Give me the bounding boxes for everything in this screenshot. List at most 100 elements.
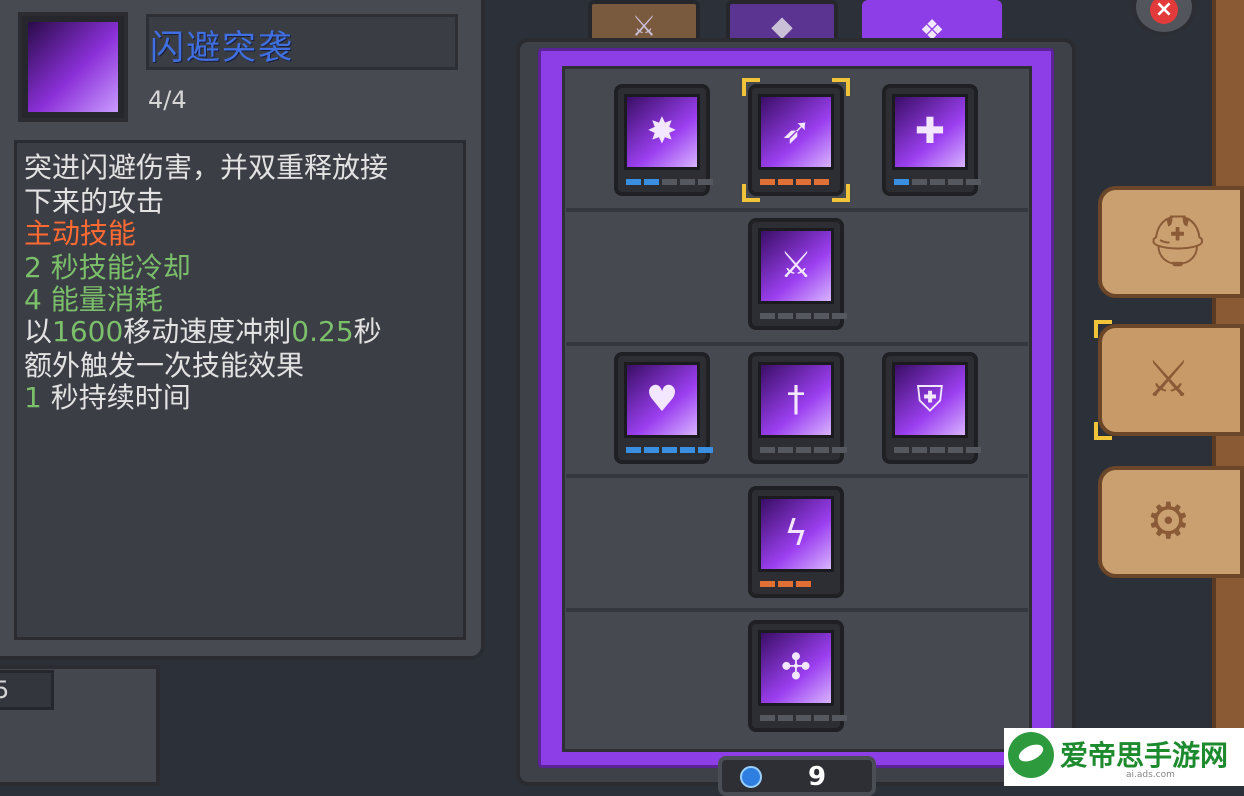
active-skill-tag: 主动技能 bbox=[24, 217, 137, 250]
level-pip bbox=[778, 447, 793, 453]
selection-corner bbox=[832, 78, 850, 96]
helmet-icon: ⛑ bbox=[1146, 212, 1210, 270]
row-divider bbox=[566, 208, 1028, 212]
level-pip bbox=[948, 179, 963, 185]
level-pip bbox=[698, 447, 713, 453]
dash-icon: ➶ bbox=[780, 111, 812, 152]
helmet-button[interactable]: ⛑ bbox=[1098, 186, 1244, 298]
skill-node-twin-blades[interactable]: ⚔ bbox=[748, 218, 847, 330]
duration-label: 秒持续时间 bbox=[50, 381, 191, 414]
level-pip bbox=[912, 179, 927, 185]
close-button[interactable]: × bbox=[1132, 0, 1196, 36]
level-pip bbox=[778, 179, 793, 185]
skill-level: 4/4 bbox=[148, 86, 187, 114]
level-pip bbox=[814, 715, 829, 721]
level-pip bbox=[760, 313, 775, 319]
lightning-icon: ϟ bbox=[784, 513, 808, 554]
heal-plus-icon: ✚ bbox=[914, 111, 946, 152]
dash-post: 秒 bbox=[353, 315, 382, 348]
level-pip bbox=[832, 715, 847, 721]
level-pip bbox=[912, 447, 927, 453]
level-pip bbox=[662, 179, 677, 185]
settings-button[interactable]: ⚙ bbox=[1098, 466, 1244, 578]
level-pip bbox=[796, 715, 811, 721]
skill-node-multi-blade[interactable]: ✣ bbox=[748, 620, 847, 732]
multi-blade-icon: ✣ bbox=[780, 647, 812, 688]
level-pip bbox=[814, 179, 829, 185]
level-pip bbox=[778, 715, 793, 721]
level-pip bbox=[760, 447, 775, 453]
sword-pillar-icon: † bbox=[787, 379, 805, 420]
description-line: 下来的攻击 bbox=[24, 185, 165, 218]
level-pip bbox=[948, 447, 963, 453]
level-pip bbox=[662, 447, 677, 453]
pet-icon: ♥ bbox=[645, 379, 679, 420]
level-pip bbox=[680, 179, 695, 185]
level-pip bbox=[778, 581, 793, 587]
level-pip bbox=[796, 581, 811, 587]
duration-value: 1 bbox=[24, 381, 42, 414]
close-icon: × bbox=[1150, 0, 1178, 24]
level-pip bbox=[966, 447, 981, 453]
duration-line: 1 秒持续时间 bbox=[24, 382, 191, 414]
level-pip bbox=[626, 179, 641, 185]
selection-corner bbox=[832, 184, 850, 202]
level-pip bbox=[698, 179, 713, 185]
level-pip bbox=[966, 179, 981, 185]
gem-icon bbox=[740, 766, 762, 788]
watermark: 爱帝思手游网 ai.ads.com bbox=[1004, 728, 1244, 786]
level-pip bbox=[894, 179, 909, 185]
skill-node-sword-aura[interactable]: † bbox=[748, 352, 847, 464]
dash-duration: 0.25 bbox=[291, 315, 354, 348]
level-pip bbox=[778, 313, 793, 319]
skill-thumbnail bbox=[18, 12, 128, 122]
cooldown-line: 2 秒技能冷却 bbox=[24, 252, 191, 284]
level-pip bbox=[796, 179, 811, 185]
watermark-sub: ai.ads.com bbox=[1126, 770, 1175, 780]
energy-value: 4 bbox=[24, 283, 42, 316]
skill-node-burst[interactable]: ✸ bbox=[614, 84, 713, 196]
gem-counter: 9 bbox=[718, 756, 876, 796]
level-pip bbox=[832, 447, 847, 453]
twin-sword-icon: ⚔ bbox=[779, 245, 813, 286]
energy-label: 能量消耗 bbox=[50, 283, 163, 316]
dash-speed: 1600 bbox=[52, 315, 124, 348]
level-pip bbox=[796, 313, 811, 319]
leaf-logo-icon bbox=[1008, 732, 1054, 778]
selection-corner bbox=[1094, 422, 1112, 440]
gear-icon: ⚙ bbox=[1146, 492, 1191, 550]
skill-node-lightning[interactable]: ϟ bbox=[748, 486, 844, 598]
row-divider bbox=[566, 342, 1028, 346]
level-pip bbox=[814, 447, 829, 453]
dash-icon bbox=[28, 22, 118, 112]
level-pip bbox=[644, 447, 659, 453]
level-pip bbox=[796, 447, 811, 453]
dash-pre: 以 bbox=[24, 315, 53, 348]
skill-node-shield-up[interactable]: ⛨ bbox=[882, 352, 981, 464]
row-divider bbox=[566, 608, 1028, 612]
selection-corner bbox=[742, 184, 760, 202]
selection-corner bbox=[1094, 320, 1112, 338]
energy-line: 4 能量消耗 bbox=[24, 284, 163, 316]
level-pip bbox=[832, 313, 847, 319]
dash-mid: 移动速度冲刺 bbox=[123, 315, 292, 348]
left-counter: 5 bbox=[0, 670, 54, 710]
level-pip bbox=[930, 179, 945, 185]
watermark-text: 爱帝思手游网 bbox=[1060, 739, 1229, 772]
level-pip bbox=[644, 179, 659, 185]
level-pip bbox=[894, 447, 909, 453]
skill-name: 闪避突袭 bbox=[150, 28, 294, 68]
skill-node-heal[interactable]: ✚ bbox=[882, 84, 981, 196]
level-pip bbox=[814, 313, 829, 319]
burst-icon: ✸ bbox=[646, 111, 678, 152]
level-pip bbox=[930, 447, 945, 453]
dash-line: 以1600移动速度冲刺0.25秒 bbox=[24, 316, 382, 348]
description-line: 额外触发一次技能效果 bbox=[24, 349, 305, 382]
level-pip bbox=[626, 447, 641, 453]
cooldown-value: 2 bbox=[24, 251, 42, 284]
level-pip bbox=[760, 179, 775, 185]
skill-node-pet[interactable]: ♥ bbox=[614, 352, 713, 464]
skill-node-dash-strike[interactable]: ➶ bbox=[742, 78, 850, 202]
skills-button[interactable]: ⚔ bbox=[1094, 320, 1244, 440]
description-line: 突进闪避伤害，并双重释放接 bbox=[24, 151, 389, 184]
